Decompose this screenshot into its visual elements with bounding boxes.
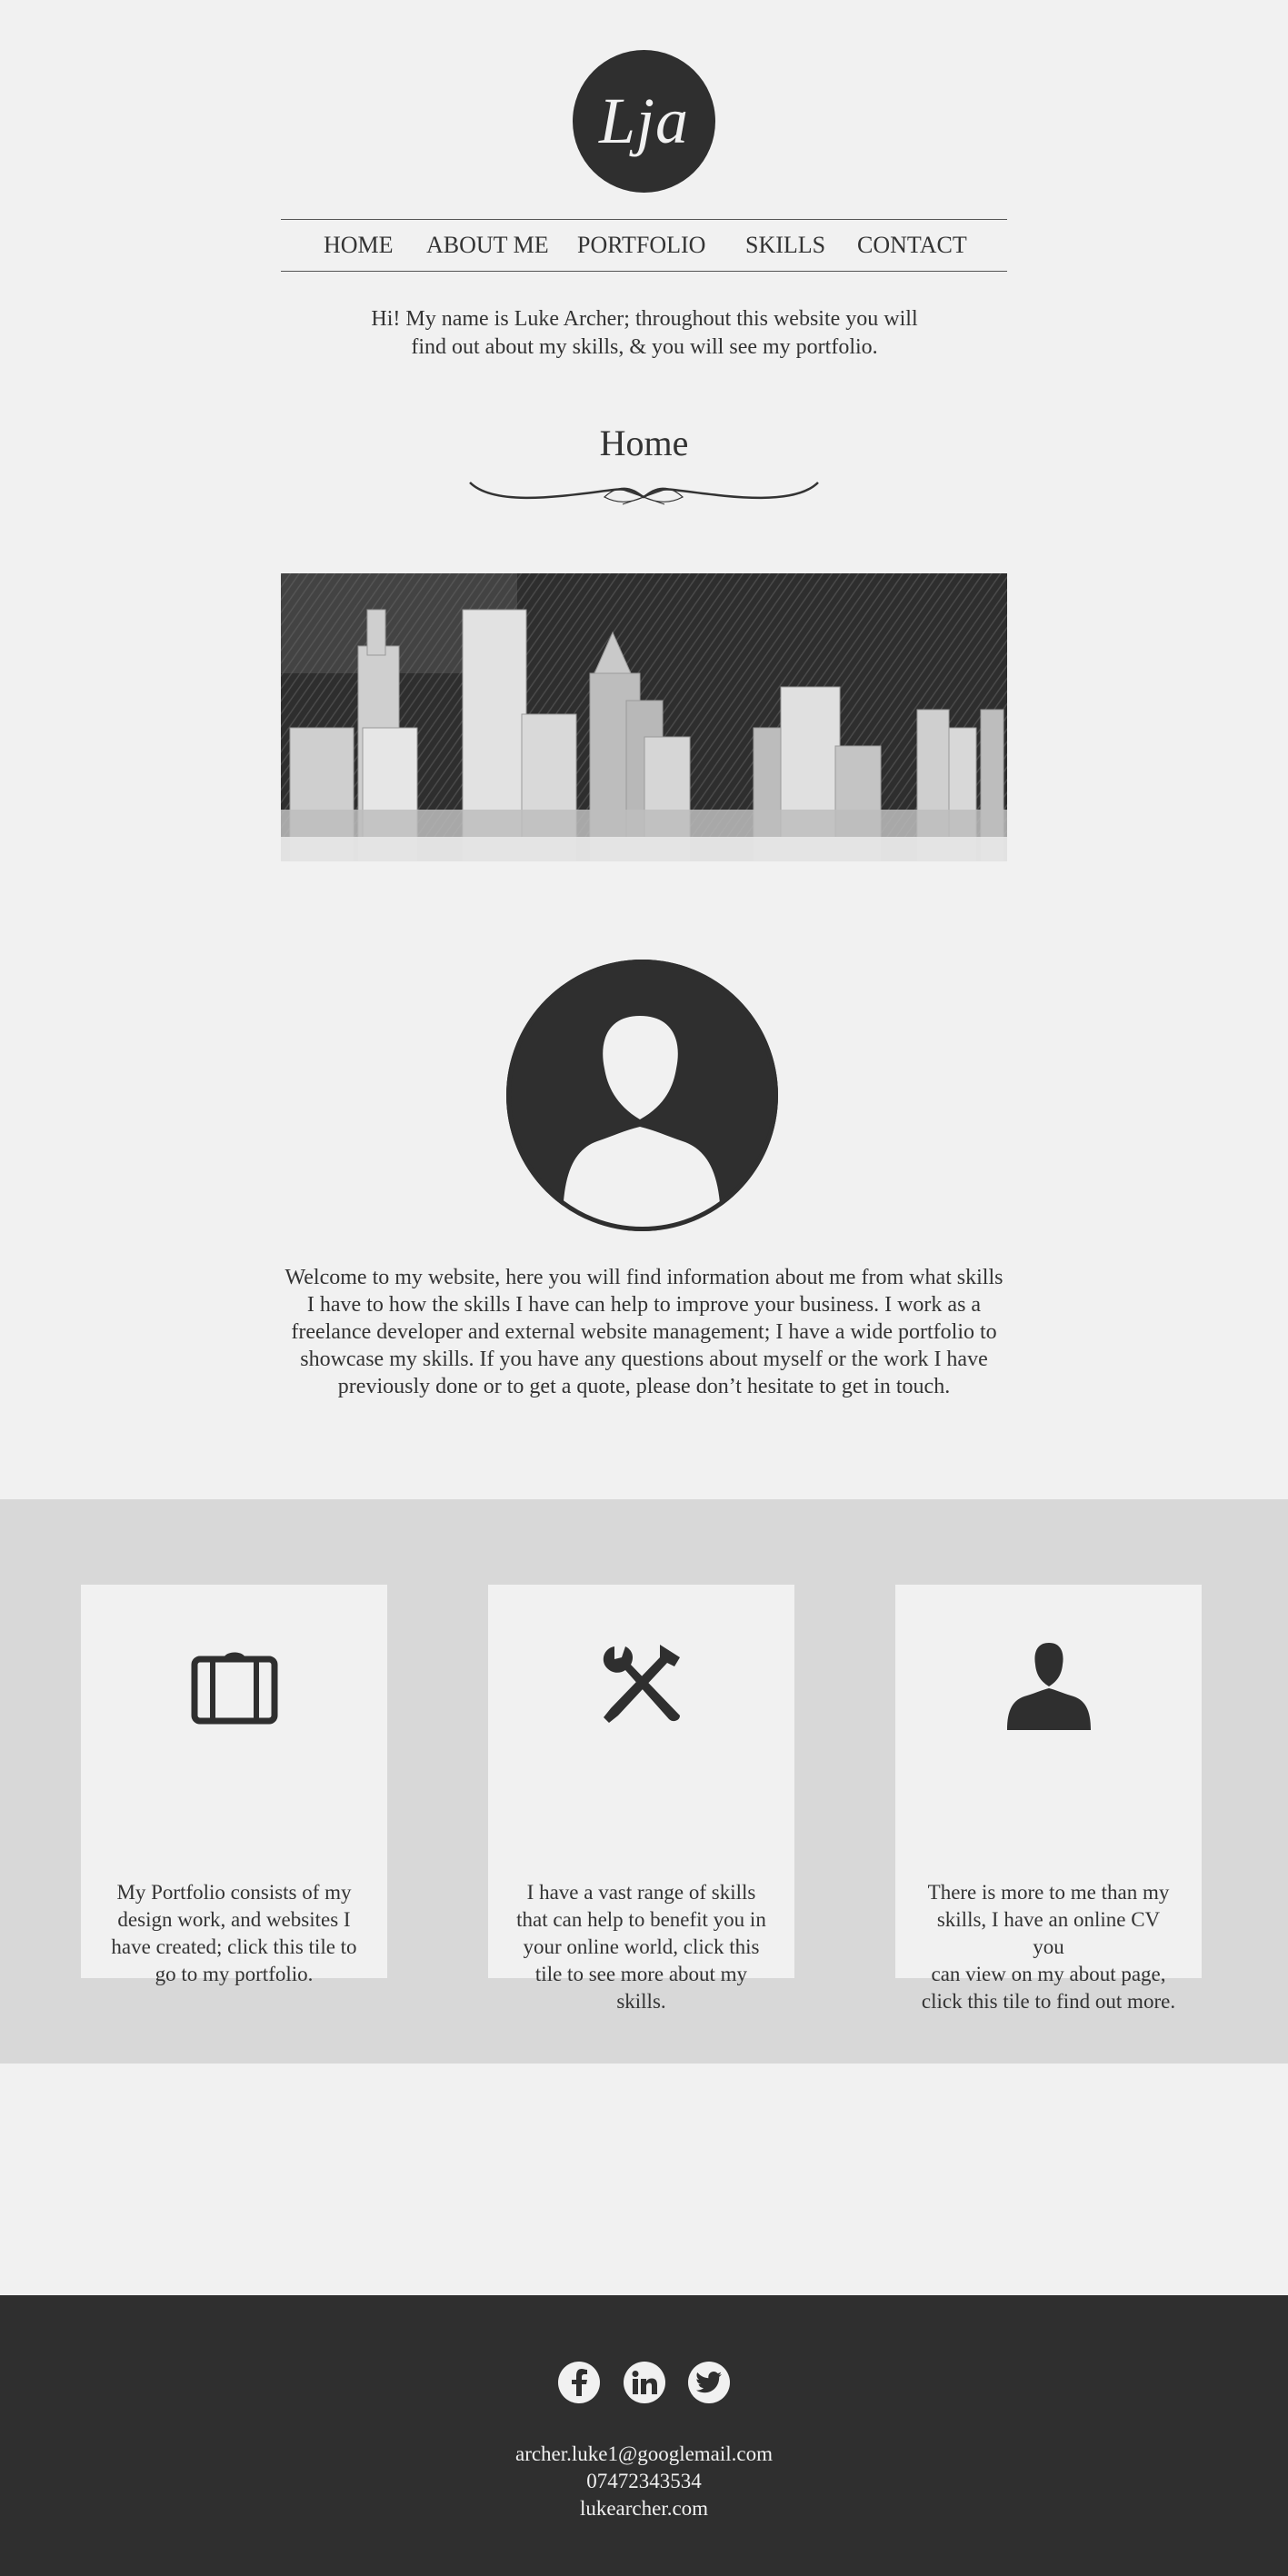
briefcase-icon bbox=[191, 1652, 277, 1725]
nav-home[interactable]: HOME bbox=[324, 232, 394, 259]
twitter-icon[interactable] bbox=[688, 2362, 730, 2403]
profile-avatar-icon bbox=[506, 960, 778, 1231]
person-icon bbox=[1006, 1643, 1091, 1730]
tile-text-line: skills, I have an online CV you bbox=[936, 1908, 1161, 1958]
flourish-divider bbox=[469, 482, 819, 505]
welcome-line: I have to how the skills I have can help… bbox=[306, 1293, 982, 1317]
footer: archer.luke1@googlemail.com 07472343534 … bbox=[0, 2295, 1288, 2576]
intro-text: Hi! My name is Luke Archer; throughout t… bbox=[345, 305, 944, 362]
tile-text-line: go to my portfolio. bbox=[155, 1963, 314, 1985]
welcome-text: Welcome to my website, here you will fin… bbox=[281, 1264, 1007, 1400]
intro-line: Hi! My name is Luke Archer; throughout t… bbox=[371, 307, 918, 331]
tile-text-line: can view on my about page, bbox=[931, 1963, 1166, 1985]
tile-text-line: click this tile to find out more. bbox=[921, 1990, 1176, 2013]
facebook-icon[interactable] bbox=[558, 2362, 600, 2403]
city-skyline-image bbox=[281, 573, 1007, 861]
main-nav: HOME ABOUT ME PORTFOLIO SKILLS CONTACT bbox=[281, 219, 1007, 272]
nav-contact[interactable]: CONTACT bbox=[857, 232, 967, 259]
tile-text-line: skills. bbox=[616, 1990, 666, 2013]
linkedin-icon[interactable] bbox=[624, 2362, 665, 2403]
tile-text-line: your online world, click this bbox=[523, 1935, 760, 1958]
footer-phone[interactable]: 07472343534 bbox=[0, 2470, 1288, 2493]
footer-email[interactable]: archer.luke1@googlemail.com bbox=[0, 2442, 1288, 2466]
intro-line: find out about my skills, & you will see… bbox=[411, 335, 878, 359]
tile-text-line: have created; click this tile to bbox=[111, 1935, 357, 1958]
tile-text-line: My Portfolio consists of my bbox=[116, 1881, 352, 1904]
welcome-line: Welcome to my website, here you will fin… bbox=[285, 1266, 1003, 1289]
skills-tile[interactable]: I have a vast range of skills that can h… bbox=[488, 1585, 794, 2013]
tile-text-line: I have a vast range of skills bbox=[526, 1881, 756, 1904]
tile-text-line: design work, and websites I bbox=[117, 1908, 351, 1931]
page-title: Home bbox=[599, 423, 689, 463]
logo-text: Lja bbox=[598, 85, 690, 157]
about-tile[interactable]: There is more to me than my skills, I ha… bbox=[895, 1585, 1202, 2013]
welcome-line: previously done or to get a quote, pleas… bbox=[337, 1375, 951, 1398]
nav-portfolio[interactable]: PORTFOLIO bbox=[577, 232, 705, 259]
tile-text-line: tile to see more about my bbox=[534, 1963, 748, 1985]
nav-about-me[interactable]: ABOUT ME bbox=[426, 232, 549, 259]
tools-icon bbox=[603, 1645, 680, 1723]
tiles-section: My Portfolio consists of my design work,… bbox=[0, 1499, 1288, 2064]
tile-text-line: There is more to me than my bbox=[927, 1881, 1170, 1904]
logo[interactable]: Lja bbox=[573, 50, 715, 193]
portfolio-tile[interactable]: My Portfolio consists of my design work,… bbox=[81, 1585, 387, 1985]
footer-website[interactable]: lukearcher.com bbox=[0, 2497, 1288, 2521]
nav-skills[interactable]: SKILLS bbox=[745, 232, 825, 259]
tile-text-line: that can help to benefit you in bbox=[516, 1908, 766, 1931]
welcome-line: freelance developer and external website… bbox=[291, 1320, 997, 1344]
welcome-line: showcase my skills. If you have any ques… bbox=[300, 1348, 988, 1371]
